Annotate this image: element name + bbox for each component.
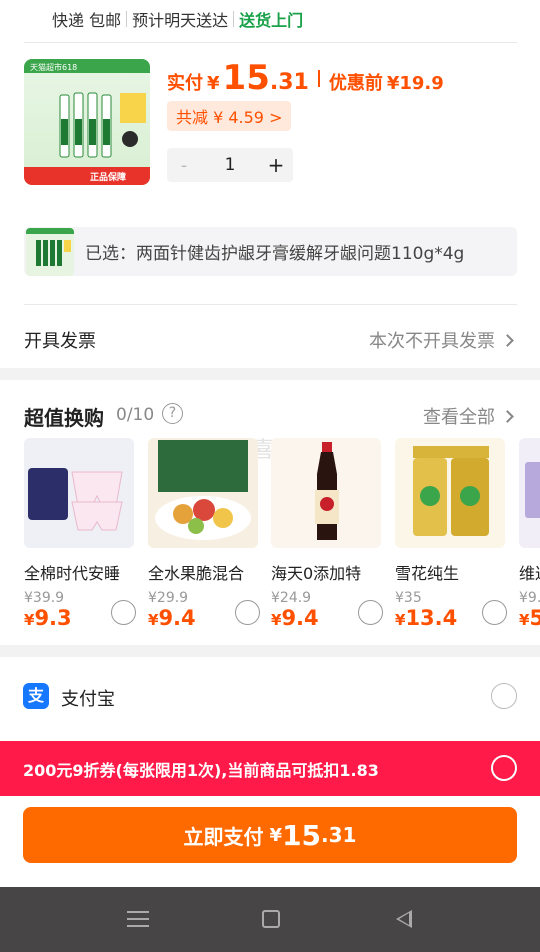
price-decimal: .31 (269, 70, 309, 95)
delivery-info: 快递 包邮 预计明天送达 送货上门 (52, 7, 303, 31)
selected-sku-text: 已选：两面针健齿护龈牙膏缓解牙龈问题110g*4g (85, 244, 465, 264)
system-navigation-bar (0, 887, 540, 952)
help-icon[interactable]: ? (162, 403, 183, 424)
price-row: 实付 ¥ 15 .31 优惠前 ¥19.9 (167, 58, 444, 98)
chevron-right-icon (501, 333, 514, 347)
selected-sku-bar[interactable]: 已选：两面针健齿护龈牙膏缓解牙龈问题110g*4g (24, 227, 517, 276)
alipay-icon: 支 (23, 683, 49, 709)
toothpaste-mini-icon (26, 227, 74, 266)
deals-count: 0/10 (116, 405, 155, 425)
eta-label: 预计明天送达 (132, 11, 229, 30)
coupon-bar[interactable]: 200元9折券(每张限用1次),当前商品可抵扣1.83 (0, 741, 540, 796)
quantity-stepper: - 1 + (167, 148, 293, 182)
price-label: 实付 (167, 73, 203, 94)
product-image (395, 438, 505, 548)
see-all-label: 查看全部 (423, 407, 495, 428)
product-image (24, 438, 134, 548)
deal-name: 全水果脆混合 (148, 564, 245, 583)
deals-title: 超值换购 (24, 406, 104, 430)
deal-name: 雪花纯生 (395, 564, 460, 583)
see-all-link[interactable]: 查看全部 (423, 403, 514, 429)
coupon-select-radio[interactable] (491, 755, 517, 781)
product-image (271, 438, 381, 548)
divider (233, 11, 235, 27)
pay-currency: ¥ (269, 824, 283, 846)
alipay-select-radio[interactable] (491, 683, 517, 709)
deal-item[interactable]: 全水果脆混合 ¥29.9 ¥9.4 (148, 438, 266, 630)
deal-name: 全棉时代安睡 (24, 564, 121, 583)
chevron-right-icon (501, 409, 514, 423)
deal-item[interactable]: 海天0添加特 ¥24.9 ¥9.4 (271, 438, 389, 630)
deal-select-radio[interactable] (482, 600, 507, 625)
pay-amount-integer: 15 (282, 818, 322, 852)
currency-symbol: ¥ (207, 73, 220, 94)
thumb-badge-text: 正品保障 (90, 171, 126, 183)
deal-select-radio[interactable] (235, 600, 260, 625)
deal-item[interactable]: 雪花纯生 ¥35 ¥13.4 (395, 438, 513, 630)
coupon-text: 200元9折券(每张限用1次),当前商品可抵扣1.83 (23, 760, 379, 780)
payment-card: 支 支付宝 200元9折券(每张限用1次),当前商品可抵扣1.83 立即支付 ¥… (0, 657, 540, 887)
back-icon[interactable] (396, 910, 412, 928)
sku-thumbnail (26, 227, 74, 276)
invoice-option[interactable]: 本次不开具发票 (369, 327, 514, 353)
price-integer: 15 (222, 58, 270, 98)
quantity-input[interactable]: 1 (201, 155, 259, 175)
divider (24, 42, 517, 43)
deal-item[interactable]: 维达 ¥9. ¥5 (519, 438, 540, 630)
decrease-button[interactable]: - (167, 155, 201, 176)
product-image (148, 438, 258, 548)
divider (317, 69, 320, 87)
beer-cans-image (413, 446, 489, 536)
home-icon[interactable] (262, 910, 280, 928)
original-price-label: 优惠前 (328, 73, 383, 94)
invoice-label: 开具发票 (24, 331, 96, 352)
order-summary-card: 快递 包邮 预计明天送达 送货上门 天猫超市618 正品保障 实付 ¥ 15 .… (0, 0, 540, 368)
exchange-deals-card: 超值换购 0/10 ? 查看全部 青瓜眯喜片 全棉时代安睡 ¥39.9 ¥9.3 (0, 380, 540, 645)
original-price: ¥19.9 (386, 73, 444, 94)
deal-name: 海天0添加特 (271, 564, 362, 583)
deal-original-price: ¥9. (519, 590, 540, 606)
pay-amount-decimal: .31 (321, 823, 357, 847)
alipay-label: 支付宝 (61, 689, 115, 710)
deal-name: 维达 (519, 564, 540, 583)
invoice-value: 本次不开具发票 (369, 331, 495, 352)
product-thumbnail[interactable]: 天猫超市618 正品保障 (24, 59, 150, 185)
deal-item[interactable]: 全棉时代安睡 ¥39.9 ¥9.3 (24, 438, 142, 630)
product-image (519, 438, 540, 548)
toothpaste-image: 天猫超市618 正品保障 (24, 59, 150, 185)
increase-button[interactable]: + (259, 153, 293, 177)
deal-select-radio[interactable] (111, 600, 136, 625)
divider (24, 304, 517, 305)
discount-details-button[interactable]: 共减 ¥ 4.59 > (167, 101, 292, 131)
pay-now-button[interactable]: 立即支付 ¥ 15 .31 (23, 807, 517, 863)
tissue-pack-image (525, 462, 540, 518)
thumb-banner-text: 天猫超市618 (30, 62, 77, 72)
pay-label: 立即支付 (183, 824, 264, 849)
deal-price: ¥5 (519, 606, 540, 630)
soy-sauce-bottle-image (315, 442, 339, 540)
fruit-chips-image (155, 440, 251, 540)
deal-select-radio[interactable] (358, 600, 383, 625)
service-label: 送货上门 (239, 11, 304, 30)
sanitary-pants-image (28, 468, 123, 531)
recent-apps-icon[interactable] (127, 911, 149, 929)
express-label: 快递 包邮 (52, 11, 122, 30)
divider (126, 11, 128, 27)
